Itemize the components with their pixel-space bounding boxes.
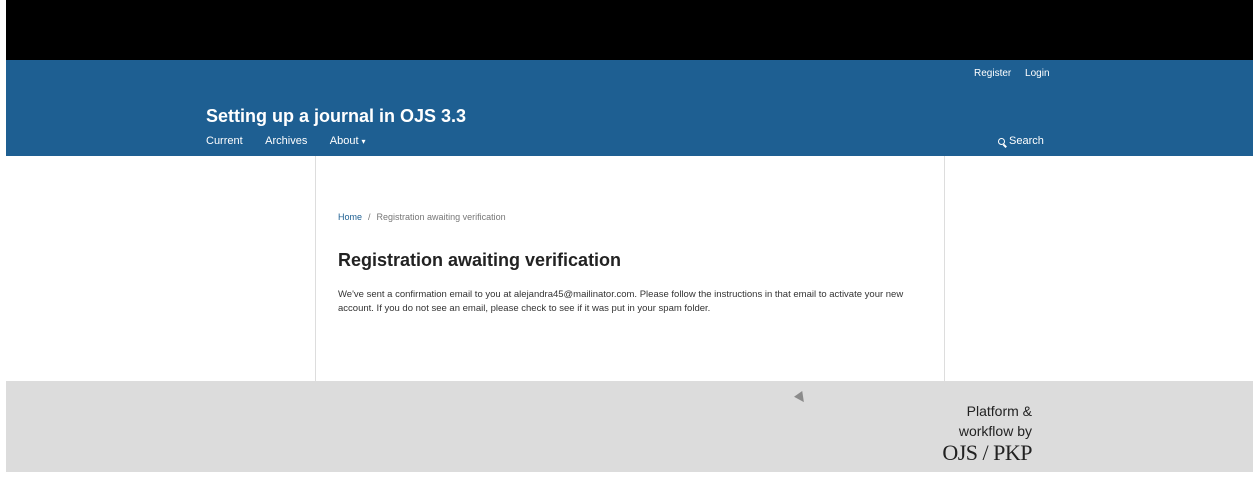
site-title[interactable]: Setting up a journal in OJS 3.3 (206, 106, 466, 127)
nav-about-label: About (329, 135, 359, 147)
content-area: Home / Registration awaiting verification … (6, 156, 1253, 381)
breadcrumb-home[interactable]: Home (338, 212, 362, 222)
site-header: Register Login Setting up a journal in O… (6, 60, 1253, 156)
brand-line-2: workflow by (958, 423, 1032, 439)
search-label: Search (1009, 135, 1044, 147)
login-link[interactable]: Login (1025, 68, 1049, 79)
ojs-pkp-logo: OJS / PKP (942, 440, 1032, 465)
register-link[interactable]: Register (974, 68, 1011, 79)
breadcrumb: Home / Registration awaiting verification (338, 212, 506, 222)
nav-about[interactable]: About ▾ (330, 135, 366, 147)
pkp-brand-link[interactable]: Platform & workflow by OJS / PKP (922, 401, 1032, 465)
chevron-down-icon: ▾ (361, 137, 366, 146)
page-title: Registration awaiting verification (338, 250, 622, 270)
brand-line-1: Platform & (966, 403, 1032, 419)
verification-message: We've sent a confirmation email to you a… (338, 289, 904, 314)
primary-nav: Current Archives About ▾ (206, 135, 386, 147)
top-black-bar (6, 0, 1253, 60)
user-nav: Register Login (974, 68, 1061, 79)
nav-current[interactable]: Current (206, 135, 243, 147)
search-link[interactable]: Search (998, 135, 1044, 147)
main-column: Home / Registration awaiting verification … (315, 156, 945, 381)
breadcrumb-current: Registration awaiting verification (376, 212, 506, 222)
nav-archives[interactable]: Archives (265, 135, 307, 147)
breadcrumb-separator: / (368, 212, 371, 222)
search-icon (998, 138, 1005, 145)
site-footer: Platform & workflow by OJS / PKP (6, 381, 1253, 472)
app-frame: Register Login Setting up a journal in O… (6, 0, 1253, 472)
